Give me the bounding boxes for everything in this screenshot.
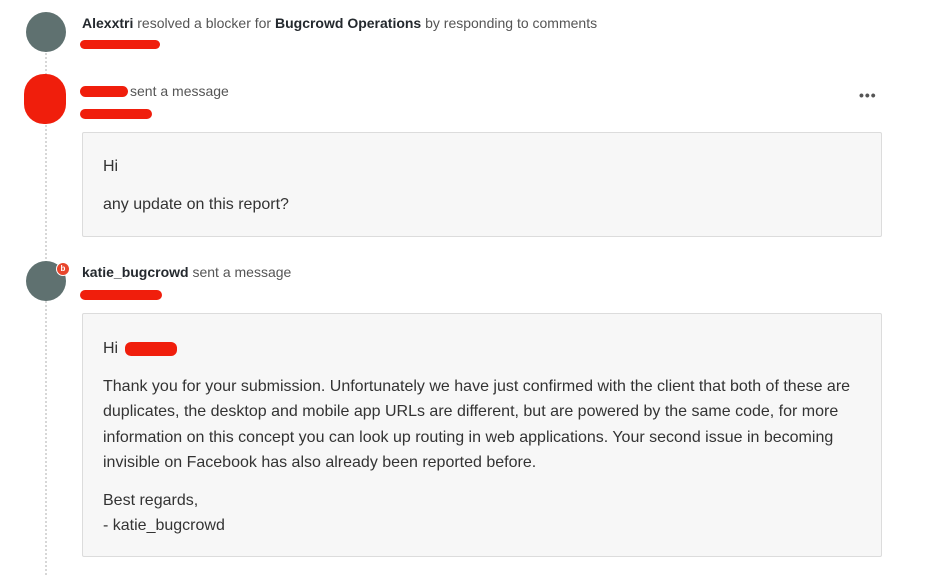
redacted-avatar (24, 74, 66, 124)
redacted-actor-name (80, 86, 128, 97)
message-closing: Best regards, (103, 491, 199, 509)
actor-name[interactable]: Alexxtri (82, 15, 133, 31)
message-box: Hi any update on this report? (82, 132, 882, 237)
event-action: sent a message (130, 83, 229, 99)
message-greeting: Hi (103, 158, 119, 175)
redacted-timestamp (80, 40, 160, 49)
event-header: sent a message (130, 82, 229, 100)
redacted-timestamp (80, 290, 162, 300)
message-signature: - katie_bugcrowd (103, 517, 225, 534)
redacted-timestamp (80, 109, 152, 119)
bugcrowd-badge-icon: b (56, 262, 70, 276)
event-target[interactable]: Bugcrowd Operations (275, 15, 421, 31)
redacted-recipient-name (124, 341, 177, 356)
avatar[interactable] (26, 12, 66, 52)
event-action: resolved a blocker for (137, 15, 272, 31)
event-header: katie_bugcrowd sent a message (82, 263, 291, 281)
more-horizontal-icon[interactable]: ••• (859, 88, 877, 102)
timeline-line (45, 50, 47, 575)
event-header: Alexxtri resolved a blocker for Bugcrowd… (82, 14, 597, 32)
message-body: Thank you for your submission. Unfortuna… (103, 377, 851, 472)
message-box: Hi Thank you for your submission. Unfort… (82, 313, 882, 557)
event-suffix: by responding to comments (425, 15, 598, 31)
message-body: any update on this report? (103, 195, 289, 213)
message-greeting-line: Hi (103, 336, 861, 362)
actor-name[interactable]: katie_bugcrowd (82, 264, 189, 280)
event-action: sent a message (192, 264, 292, 280)
message-greeting: Hi (103, 340, 119, 357)
